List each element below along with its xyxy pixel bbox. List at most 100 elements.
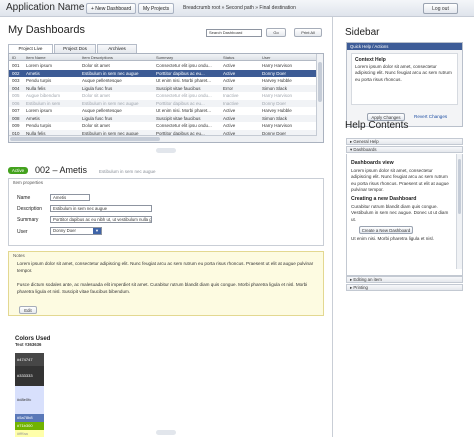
table-header: ID Item Name Item Descriptions Summary S… (9, 54, 317, 61)
table-row[interactable]: 008 Ametis Ligula fusc frus Suscipit vitae … (9, 114, 317, 122)
col-status[interactable]: Status (223, 55, 234, 60)
cell-description: Dolor sit amet (82, 123, 110, 128)
my-projects-button[interactable]: My Projects (138, 3, 175, 14)
col-id[interactable]: ID (12, 55, 16, 60)
notes-legend: Notes (13, 253, 25, 258)
table-row[interactable]: 004 Nulla felis Ligula fusc frus Suscipit v… (9, 84, 317, 92)
cell-summary: Suscipit vitae faucibus (156, 85, 201, 91)
table-row[interactable]: 005 Augue bibendum Dolor sit amet Consectet… (9, 92, 317, 100)
color-swatch: #d8e0fc (15, 386, 44, 414)
edit-button[interactable]: Edit (19, 306, 37, 314)
dashboard-table: ID Item Name Item Descriptions Summary S… (8, 53, 324, 143)
summary-field[interactable]: Porttitor dapibus ac eu nibh ut, ut vest… (50, 216, 152, 223)
new-dashboard-button[interactable]: + New Dashboard (86, 3, 137, 14)
cell-id: 005 (12, 93, 20, 98)
accordion-editing-item[interactable]: ▸ Editing an item (346, 276, 463, 283)
description-field[interactable]: Estibulum in sem nec augue (50, 205, 152, 212)
status-badge: Active (8, 167, 28, 174)
pane-splitter-handle[interactable] (156, 148, 176, 153)
create-dashboard-button[interactable]: Create a New Dashboard (359, 226, 413, 235)
col-summary[interactable]: Summary (156, 55, 173, 60)
color-swatch: #71b300 (15, 422, 44, 430)
cell-id: 001 (12, 63, 20, 68)
context-help-text: Lorem ipsum dolor sit amet, consectetur … (355, 64, 452, 82)
cell-id: 006 (12, 100, 20, 106)
cell-user: Harvey Hubble (262, 108, 292, 113)
col-item-descriptions[interactable]: Item Descriptions (82, 55, 113, 60)
table-row[interactable]: 003 Pendu turpis Auque pellentesque Ut enim… (9, 77, 317, 85)
table-horizontal-scrollbar[interactable] (9, 135, 317, 142)
help-contents-title: Help Contents (345, 120, 409, 131)
cell-status: Active (223, 70, 236, 76)
cell-user: Harry Harvison (262, 93, 293, 98)
col-item-name[interactable]: Item Name (26, 55, 46, 60)
table-row[interactable]: 002 Ametis Estibulum in sem nec augue Portt… (9, 69, 317, 77)
accordion-dashboards[interactable]: ▾ Dashboards (346, 146, 463, 153)
tab-project-live[interactable]: Project Live (8, 44, 53, 53)
help-scrollbar[interactable] (456, 154, 462, 269)
tab-archives[interactable]: Archives (97, 44, 137, 53)
cell-summary: Consectetur elit ipsu ondu... (156, 63, 212, 68)
creating-dashboard-text: Curabitur rutrum blandit diam quis congu… (351, 204, 449, 222)
cell-user: Harry Harvison (262, 123, 293, 128)
cell-id: 007 (12, 108, 20, 113)
revert-changes-link[interactable]: Revert Changes (414, 114, 447, 119)
table-row[interactable]: 009 Pendu turpis Dolor sit amet Consectetur… (9, 122, 317, 130)
text-color-label: Text #363636 (15, 342, 42, 347)
cell-description: Dolor sit amet (82, 93, 110, 98)
cell-id: 002 (12, 70, 20, 76)
table-row[interactable]: 007 Lorem ipsum Auque pellentesque Ut enim … (9, 107, 317, 115)
cell-item-name: Lorem ipsum (26, 63, 53, 68)
quick-help-header: Quick Help / Actions (347, 43, 462, 50)
user-select-value: Donny Doer (53, 228, 76, 233)
accordion-printing[interactable]: ▸ Printing (346, 284, 463, 291)
properties-legend: Item properties (13, 180, 44, 185)
cell-summary: Porttitor dapibus ac eu... (156, 100, 205, 106)
tab-project-dos[interactable]: Project Dos (54, 44, 96, 53)
cell-summary: Porttitor dapibus ac eu... (156, 70, 205, 76)
col-user[interactable]: User (262, 55, 270, 60)
table-vertical-scrollbar[interactable] (316, 54, 323, 142)
user-select[interactable]: Donny Doer ▼ (50, 227, 102, 235)
cell-summary: Ut enim nisi. Morbi pharet... (156, 78, 212, 83)
cell-status: Active (223, 108, 236, 113)
search-input[interactable]: Search Dashboard (206, 29, 262, 37)
detail-title: 002 – Ametis (35, 165, 88, 175)
cell-status: Active (223, 78, 236, 83)
cell-item-name: Ametis (26, 115, 40, 121)
notes-paragraph-2: Fusce dictum sodales ante, ac malesuada … (17, 282, 308, 294)
print-all-button[interactable]: Print All (294, 28, 322, 37)
cell-status: Error (223, 85, 233, 91)
accordion-general-help[interactable]: ▸ General Help (346, 138, 463, 145)
cell-item-name: Lorem ipsum (26, 108, 53, 113)
cell-user: Simon Slack (262, 85, 288, 91)
table-row[interactable]: 001 Lorem ipsum Dolor sit amet Consectetur … (9, 62, 317, 70)
cell-user: Harry Harvison (262, 63, 293, 68)
bottom-splitter-handle[interactable] (156, 430, 176, 435)
cell-item-name: Estibulum in sem (26, 100, 61, 106)
color-swatch: #ffffaa (15, 430, 44, 437)
cell-description: Auque pellentesque (82, 108, 122, 113)
notes-panel: Notes Lorem ipsum dolor sit amet, consec… (8, 251, 324, 316)
cell-status: Active (223, 115, 236, 121)
breadcrumb[interactable]: Breadcrumb root » Second path » Final de… (183, 5, 296, 11)
context-help-title: Context Help (355, 57, 386, 63)
user-label: User (17, 229, 28, 235)
sidebar-title: Sidebar (345, 27, 380, 38)
cell-id: 009 (12, 123, 20, 128)
cell-description: Estibulum in sem nec augue (82, 70, 139, 76)
table-row[interactable]: 006 Estibulum in sem Estibulum in sem nec … (9, 99, 317, 107)
cell-status: Active (223, 63, 236, 68)
logout-button[interactable]: Log out (423, 3, 458, 14)
go-button[interactable]: Go (266, 28, 286, 37)
chevron-down-icon[interactable]: ▼ (93, 228, 101, 234)
name-field[interactable]: Ametis (50, 194, 90, 201)
cell-description: Dolor sit amet (82, 63, 110, 68)
cell-user: Donny Doer (262, 70, 287, 76)
notes-paragraph-1: Lorem ipsum dolor sit amet, consectetur … (17, 261, 314, 273)
color-swatch: #5a78b8 (15, 414, 44, 422)
cell-status: Inactive (223, 100, 239, 106)
cell-description: Ligula fusc frus (82, 85, 113, 91)
context-help-box: Context Help Lorem ipsum dolor sit amet,… (351, 53, 458, 105)
creating-dashboard-text-2: Ut enim nisi. Morbi pharetra ligula et n… (351, 236, 434, 242)
